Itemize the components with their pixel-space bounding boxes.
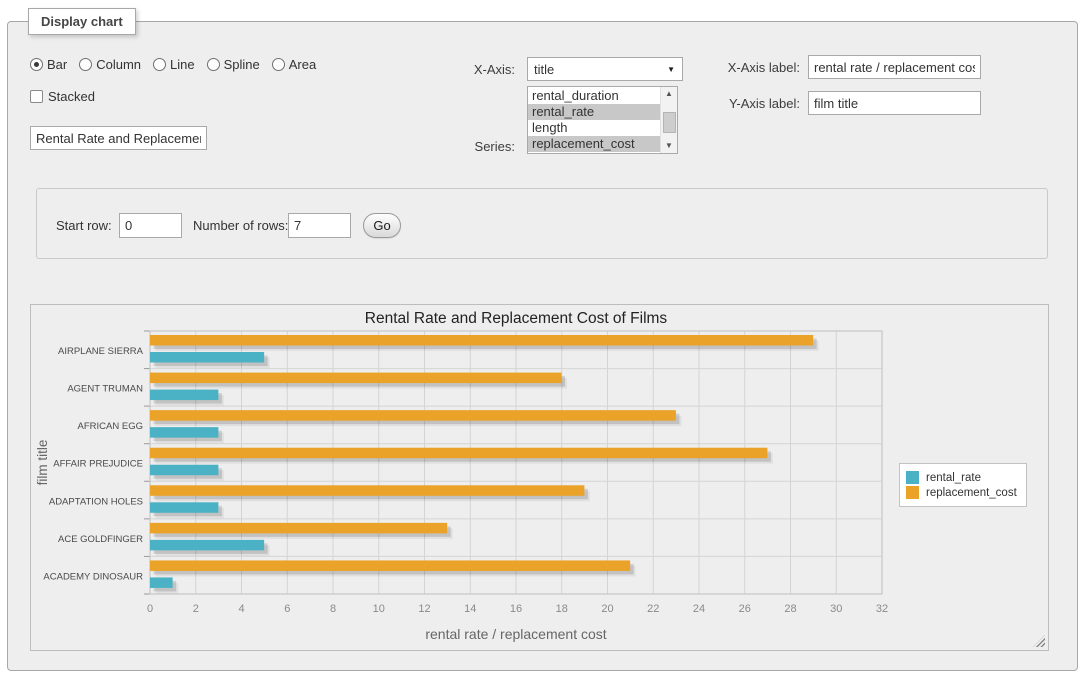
bar-replacement_cost <box>150 410 676 421</box>
x-axis-select-value: title <box>534 62 554 77</box>
x-axis-title: rental rate / replacement cost <box>425 626 606 642</box>
x-tick-label: 6 <box>284 603 290 615</box>
x-tick-label: 28 <box>784 603 796 615</box>
legend-label: rental_rate <box>926 472 981 484</box>
x-axis-title-caption: X-Axis label: <box>700 60 800 75</box>
number-of-rows-input[interactable] <box>288 213 351 238</box>
scrollbar-thumb[interactable] <box>663 112 676 133</box>
legend-label: replacement_cost <box>926 487 1017 499</box>
bar-replacement_cost <box>150 560 630 571</box>
stacked-checkbox-row: Stacked <box>30 88 95 104</box>
page: { "page": { "background": "#ffffff", "pa… <box>0 0 1081 681</box>
x-axis-title-input[interactable] <box>808 55 981 79</box>
bar-rental_rate <box>150 427 218 438</box>
scrollbar-track[interactable] <box>661 101 678 139</box>
bar-rental_rate <box>150 465 218 476</box>
x-tick-label: 4 <box>238 603 244 615</box>
chart-container: AIRPLANE SIERRA AGENT TRUMAN AFRICAN EGG AF… <box>30 304 1049 651</box>
number-of-rows-label: Number of rows: <box>193 213 288 238</box>
category-label: ADAPTATION HOLES <box>49 496 143 507</box>
bar-rental_rate <box>150 352 264 363</box>
bar-rental_rate <box>150 577 173 588</box>
radio-spline-label[interactable]: Spline <box>224 57 260 72</box>
radio-area-label[interactable]: Area <box>289 57 316 72</box>
chart-title-input[interactable] <box>30 126 207 150</box>
category-label: AFRICAN EGG <box>78 421 143 432</box>
start-row-label: Start row: <box>56 213 112 238</box>
x-tick-label: 18 <box>556 603 568 615</box>
x-tick-label: 22 <box>647 603 659 615</box>
radio-bar[interactable] <box>30 58 43 71</box>
series-option[interactable]: rental_duration <box>528 88 660 104</box>
x-tick-label: 2 <box>193 603 199 615</box>
x-tick-label: 30 <box>830 603 842 615</box>
bar-replacement_cost <box>150 373 562 384</box>
x-tick-label: 16 <box>510 603 522 615</box>
bar-rental_rate <box>150 390 218 401</box>
y-axis-title-input[interactable] <box>808 91 981 115</box>
x-axis-select-label: X-Axis: <box>430 62 515 77</box>
bar-replacement_cost <box>150 335 813 346</box>
scroll-up-icon[interactable]: ▲ <box>661 87 678 101</box>
chart-legend: rental_rate replacement_cost <box>899 463 1027 507</box>
radio-column-label[interactable]: Column <box>96 57 141 72</box>
category-label: ACE GOLDFINGER <box>58 534 143 545</box>
bar-replacement_cost <box>150 485 584 496</box>
radio-line-label[interactable]: Line <box>170 57 195 72</box>
legend-item: rental_rate <box>906 471 1017 484</box>
dropdown-arrow-icon: ▼ <box>667 66 675 74</box>
radio-line[interactable] <box>153 58 166 71</box>
bar-replacement_cost <box>150 448 767 459</box>
radio-bar-label[interactable]: Bar <box>47 57 67 72</box>
x-tick-label: 32 <box>876 603 888 615</box>
series-options-list: rental_durationrental_ratelengthreplacem… <box>528 87 660 153</box>
legend-item: replacement_cost <box>906 486 1017 499</box>
rows-panel: Start row: Number of rows: Go <box>36 188 1048 259</box>
y-axis-title: film title <box>35 440 50 486</box>
x-tick-label: 26 <box>739 603 751 615</box>
series-option[interactable]: length <box>528 120 660 136</box>
category-label: AFFAIR PREJUDICE <box>53 459 143 470</box>
series-select-label: Series: <box>430 139 515 154</box>
bar-rental_rate <box>150 540 264 551</box>
x-tick-label: 20 <box>601 603 613 615</box>
x-tick-label: 14 <box>464 603 476 615</box>
series-scrollbar[interactable]: ▲ ▼ <box>660 87 677 153</box>
bar-chart: AIRPLANE SIERRA AGENT TRUMAN AFRICAN EGG AF… <box>31 305 1048 650</box>
radio-spline[interactable] <box>207 58 220 71</box>
scroll-down-icon[interactable]: ▼ <box>661 139 678 153</box>
x-tick-label: 12 <box>418 603 430 615</box>
chart-type-radio-group: Bar Column Line Spline Area <box>30 56 328 72</box>
radio-area[interactable] <box>272 58 285 71</box>
category-label: AIRPLANE SIERRA <box>58 346 144 357</box>
bar-replacement_cost <box>150 523 447 534</box>
category-label: AGENT TRUMAN <box>67 384 143 395</box>
go-button[interactable]: Go <box>363 213 401 238</box>
legend-swatch-icon <box>906 471 919 484</box>
legend-swatch-icon <box>906 486 919 499</box>
series-option[interactable]: rental_rate <box>528 104 660 120</box>
x-tick-label: 8 <box>330 603 336 615</box>
stacked-checkbox[interactable] <box>30 90 43 103</box>
y-axis-title-caption: Y-Axis label: <box>700 96 800 111</box>
fieldset-legend: Display chart <box>28 8 136 35</box>
category-label: ACADEMY DINOSAUR <box>43 571 143 582</box>
series-option[interactable]: replacement_cost <box>528 136 660 152</box>
bar-rental_rate <box>150 502 218 513</box>
x-tick-label: 24 <box>693 603 705 615</box>
start-row-input[interactable] <box>119 213 182 238</box>
series-multiselect[interactable]: rental_durationrental_ratelengthreplacem… <box>527 86 678 154</box>
radio-column[interactable] <box>79 58 92 71</box>
stacked-label[interactable]: Stacked <box>48 89 95 104</box>
chart-title: Rental Rate and Replacement Cost of Film… <box>365 310 668 327</box>
x-tick-label: 10 <box>373 603 385 615</box>
x-axis-select[interactable]: title ▼ <box>527 57 683 81</box>
x-tick-label: 0 <box>147 603 153 615</box>
